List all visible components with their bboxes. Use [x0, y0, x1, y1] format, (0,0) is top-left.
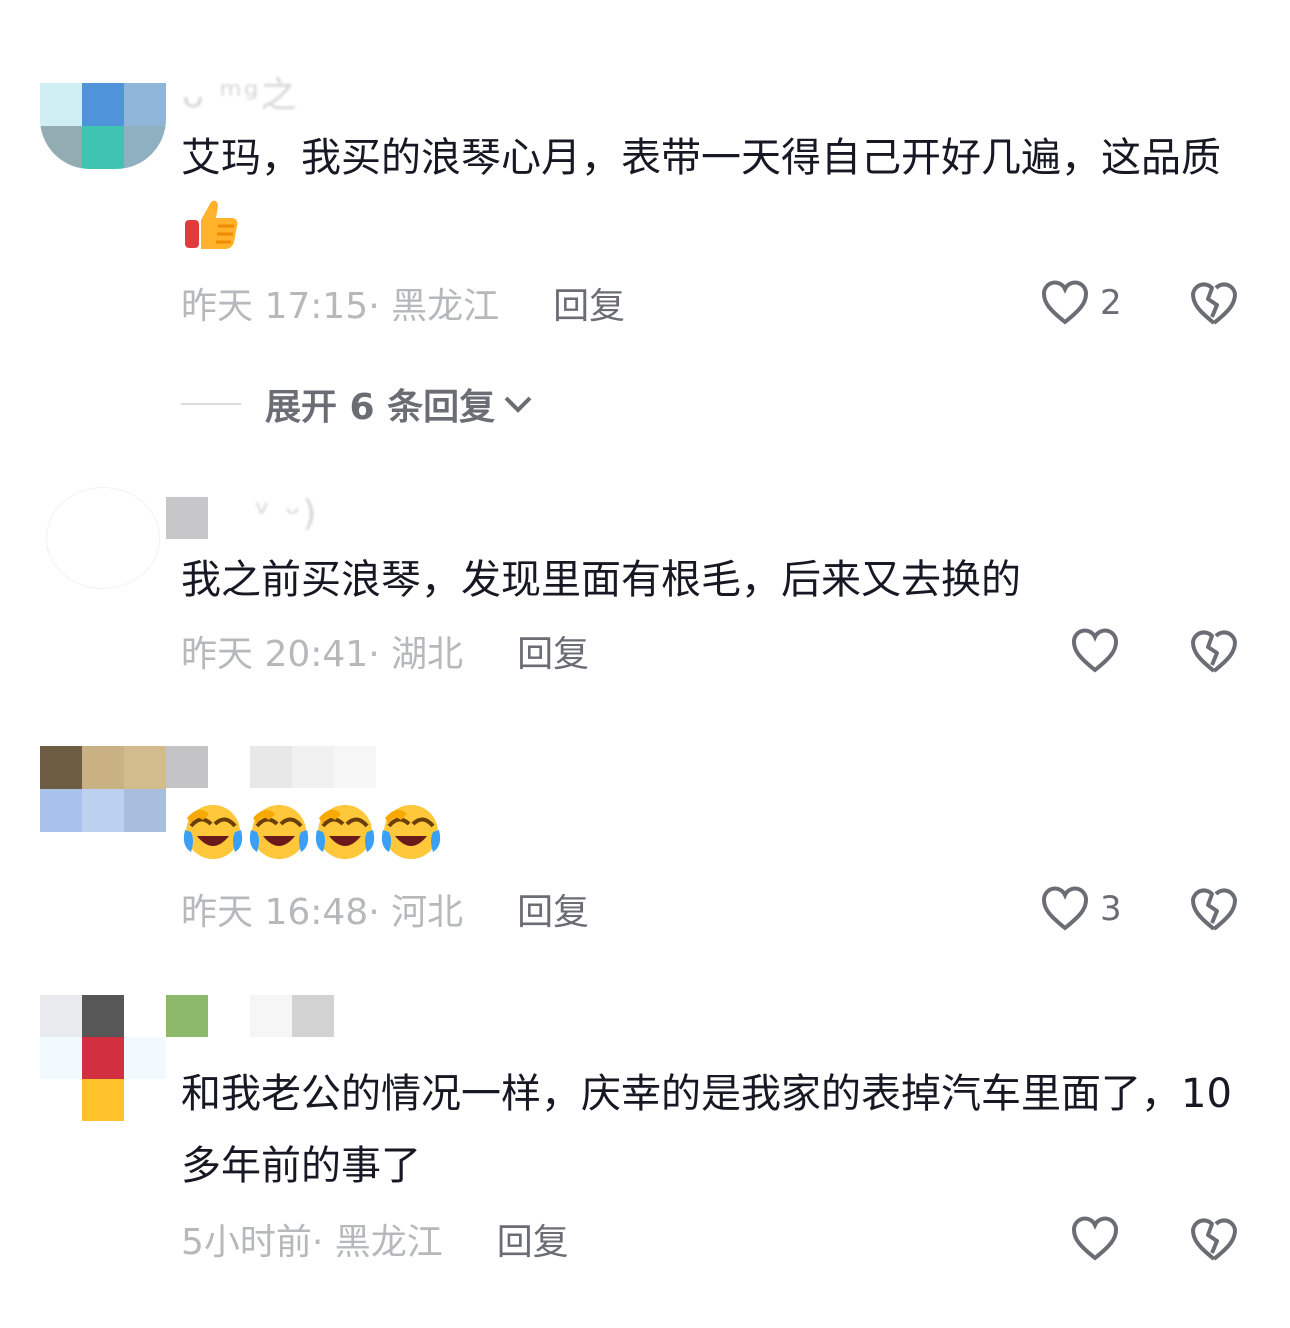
expand-replies-label: 展开 6 条回复	[265, 387, 496, 428]
like-count: 2	[1100, 283, 1122, 323]
dislike-button[interactable]	[1188, 1214, 1240, 1264]
thumbs-up-icon	[181, 194, 241, 277]
like-button[interactable]: 3	[1040, 884, 1122, 934]
username[interactable]	[166, 497, 208, 539]
broken-heart-icon	[1191, 1218, 1237, 1261]
avatar[interactable]	[46, 487, 160, 589]
timestamp: 昨天 17:15	[181, 286, 369, 327]
like-button[interactable]	[1070, 626, 1120, 676]
reply-button[interactable]: 回复	[553, 277, 625, 329]
comment-meta: 昨天 20:41 · 湖北 回复	[181, 626, 589, 676]
username[interactable]	[166, 746, 376, 788]
comment-meta: 昨天 17:15 · 黑龙江 回复	[181, 278, 625, 328]
dislike-button[interactable]	[1188, 278, 1240, 328]
timestamp: 昨天 16:48	[181, 892, 369, 933]
timestamp: 5小时前	[181, 1222, 312, 1263]
heart-icon	[1072, 628, 1118, 673]
divider	[181, 403, 241, 405]
comment-text	[181, 800, 1241, 887]
username-text: ᵛ ᵕ)	[255, 493, 319, 534]
comment-text: 和我老公的情况一样，庆幸的是我家的表掉汽车里面了，10多年前的事了	[181, 1071, 1232, 1189]
username[interactable]: ᴗ ᵐᵍ之	[182, 66, 299, 118]
comment-text: 艾玛，我买的浪琴心月，表带一天得自己开好几遍，这品质	[181, 122, 1241, 277]
heart-icon	[1072, 1216, 1118, 1261]
reply-button[interactable]: 回复	[517, 625, 589, 677]
like-button[interactable]: 2	[1040, 278, 1122, 328]
chevron-down-icon	[504, 396, 532, 413]
avatar[interactable]	[40, 746, 166, 832]
location: · 黑龙江	[311, 1222, 443, 1263]
location: · 黑龙江	[368, 286, 500, 327]
comment-text: 我之前买浪琴，发现里面有根毛，后来又去换的	[181, 557, 1021, 603]
broken-heart-icon	[1191, 888, 1237, 931]
laughing-crying-icon	[181, 800, 445, 887]
heart-icon	[1042, 886, 1088, 931]
broken-heart-icon	[1191, 630, 1237, 673]
dislike-button[interactable]	[1188, 626, 1240, 676]
expand-replies-button[interactable]: 展开 6 条回复	[181, 378, 535, 430]
broken-heart-icon	[1191, 282, 1237, 325]
comment-meta: 5小时前 · 黑龙江 回复	[181, 1214, 569, 1264]
comment-meta: 昨天 16:48 · 河北 回复	[181, 884, 589, 934]
location: · 河北	[368, 892, 464, 933]
avatar[interactable]	[40, 83, 166, 169]
like-button[interactable]	[1070, 1214, 1120, 1264]
timestamp: 昨天 20:41	[181, 634, 369, 675]
username[interactable]	[166, 995, 334, 1037]
location: · 湖北	[368, 634, 464, 675]
reply-button[interactable]: 回复	[517, 883, 589, 935]
dislike-button[interactable]	[1188, 884, 1240, 934]
reply-button[interactable]: 回复	[497, 1213, 569, 1265]
heart-icon	[1042, 280, 1088, 325]
like-count: 3	[1100, 889, 1122, 929]
avatar[interactable]	[40, 995, 166, 1121]
